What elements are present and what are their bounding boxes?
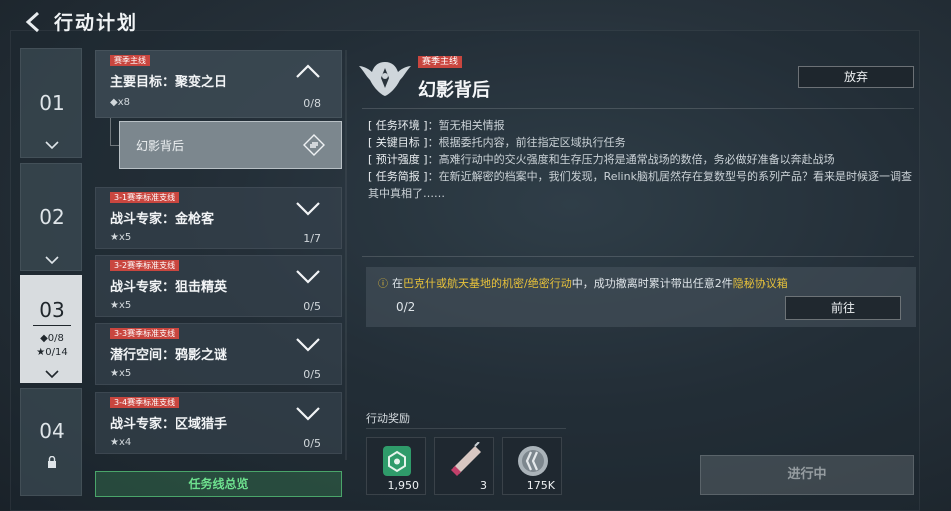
sub-mission-label: 幻影背后 [136,139,185,153]
divider [33,325,71,326]
chevron-down-icon [21,368,83,382]
mission-title: 主要目标：聚变之日 [110,75,228,90]
rewards-title: 行动奖励 [366,412,410,425]
chapter-number: 03 [39,298,65,322]
info-row-briefing: [ 任务简报 ]：在新近解密的档案中，我们发现，Relink脑机居然存在复数型号… [368,170,912,200]
detail-title: 幻影背后 [418,80,490,101]
mission-tag: 3-3赛季标准支线 [110,328,180,339]
mission-reward: ◆x8 [110,97,130,108]
mission-card-3-3[interactable]: 3-3赛季标准支线 潜行空间：鸦影之谜 ★x5 0/5 [95,323,342,385]
diamond-progress: ◆0/8 [40,333,64,344]
chevron-down-icon[interactable] [295,198,321,218]
back-icon[interactable] [22,10,46,34]
mission-tag: 3-2赛季标准支线 [110,260,180,271]
reward-count: 3 [480,479,487,492]
detail-tag: 赛季主线 [418,56,463,68]
chapter-tab-01[interactable]: 01 [20,48,82,158]
info-row-key-target: [ 关键目标 ]：根据委托内容，前往指定区域执行任务 [368,136,626,149]
reward-item[interactable]: 3 [434,437,494,495]
mission-title: 战斗专家：区域猎手 [110,417,228,432]
chapter-number: 02 [39,205,65,229]
divider [362,256,914,257]
chevron-down-icon[interactable] [295,403,321,423]
mission-progress: 0/8 [303,97,321,110]
objective-progress: 0/2 [396,300,416,314]
mission-reward: ★x4 [110,437,132,448]
chapter-tab-02[interactable]: 02 [20,163,82,271]
sub-mission-item[interactable]: 幻影背后 [119,121,342,169]
divider [366,428,566,429]
mission-progress: 0/5 [303,300,321,313]
mission-tag: 3-1赛季标准支线 [110,192,180,203]
reward-item[interactable]: 175K [502,437,562,495]
reward-item[interactable]: 1,950 [366,437,426,495]
objective-text: ⓘ 在巴克什或航天基地的机密/绝密行动中，成功撤离时累计带出任意2件隐秘协议箱 [378,277,788,290]
chapter-tab-04[interactable]: 04 [20,388,82,496]
scrollbar[interactable] [345,50,347,460]
chevron-down-icon[interactable] [295,266,321,286]
mission-reward: ★x5 [110,368,132,379]
reward-count: 1,950 [387,479,420,492]
diamond-marker-icon [303,134,325,156]
chevron-down-icon[interactable] [295,334,321,354]
green-badge-icon [367,442,427,480]
mission-progress: 0/5 [303,368,321,381]
mission-title: 战斗专家：狙击精英 [110,280,228,295]
chevron-down-icon [21,139,83,153]
chapter-tab-03[interactable]: 03 ◆0/8 ★0/14 [20,275,82,383]
divider [362,108,914,109]
syringe-icon [435,441,495,480]
mission-card-3-1[interactable]: 3-1赛季标准支线 战斗专家：金枪客 ★x5 1/7 [95,187,342,249]
mission-info: [ 任务环境 ]：暂无相关情报 [ 关键目标 ]：根据委托内容，前往指定区域执行… [368,117,916,202]
mission-title: 战斗专家：金枪客 [110,212,215,227]
top-bar: 行动计划 [0,0,951,44]
go-button[interactable]: 前往 [785,296,901,320]
page-title: 行动计划 [54,12,139,34]
chapter-number: 04 [39,419,65,443]
info-row-intensity: [ 预计强度 ]：高难行动中的交火强度和生存压力将是通常战场的数倍，务必做好准备… [368,153,835,166]
star-progress: ★0/14 [36,347,68,358]
mission-tag: 3-4赛季标准支线 [110,397,180,408]
mission-reward: ★x5 [110,300,132,311]
reward-count: 175K [526,479,555,492]
lock-icon [45,453,59,468]
mission-title: 潜行空间：鸦影之谜 [110,348,228,363]
info-icon: ⓘ [378,279,388,290]
eagle-emblem-icon [358,54,412,100]
chevron-up-icon[interactable] [295,61,321,81]
info-row-environment: [ 任务环境 ]：暂无相关情报 [368,119,505,132]
in-progress-button: 进行中 [700,455,914,495]
mission-card-main[interactable]: 赛季主线 主要目标：聚变之日 ◆x8 0/8 [95,50,342,118]
mission-card-3-2[interactable]: 3-2赛季标准支线 战斗专家：狙击精英 ★x5 0/5 [95,255,342,317]
chevron-down-icon [21,254,83,268]
abandon-button[interactable]: 放弃 [798,66,914,88]
chapter-number: 01 [39,91,65,115]
mission-reward: ★x5 [110,232,132,243]
mission-progress: 0/5 [303,437,321,450]
mission-card-3-4[interactable]: 3-4赛季标准支线 战斗专家：区域猎手 ★x4 0/5 [95,392,342,454]
coin-icon [503,442,563,480]
mission-overview-button[interactable]: 任务线总览 [95,471,342,497]
mission-tag: 赛季主线 [110,55,150,66]
mission-progress: 1/7 [303,232,321,245]
